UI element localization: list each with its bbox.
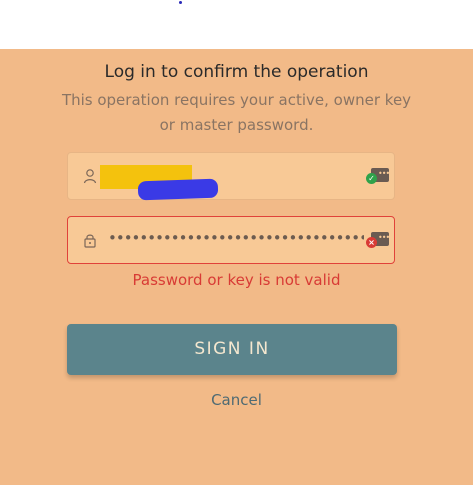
password-field[interactable]: •••••••••••••••••••••••••••••••••••• •••…	[67, 216, 395, 264]
password-error-message: Password or key is not valid	[132, 271, 341, 289]
check-icon: ✓	[366, 173, 377, 184]
error-icon: ×	[366, 237, 377, 248]
dialog-subtitle: This operation requires your active, own…	[61, 91, 412, 134]
password-value[interactable]: ••••••••••••••••••••••••••••••••••••	[108, 229, 364, 247]
cancel-link[interactable]: Cancel	[0, 391, 473, 409]
user-icon	[83, 169, 97, 184]
top-strip	[0, 0, 473, 49]
redaction-mark	[137, 178, 219, 201]
dialog-title: Log in to confirm the operation	[104, 62, 369, 82]
username-field[interactable]: ••• ✓	[67, 152, 395, 201]
username-value[interactable]	[100, 165, 219, 201]
sign-in-button[interactable]: SIGN IN	[67, 324, 397, 375]
decorative-dot	[179, 1, 182, 4]
lock-icon	[84, 234, 96, 248]
